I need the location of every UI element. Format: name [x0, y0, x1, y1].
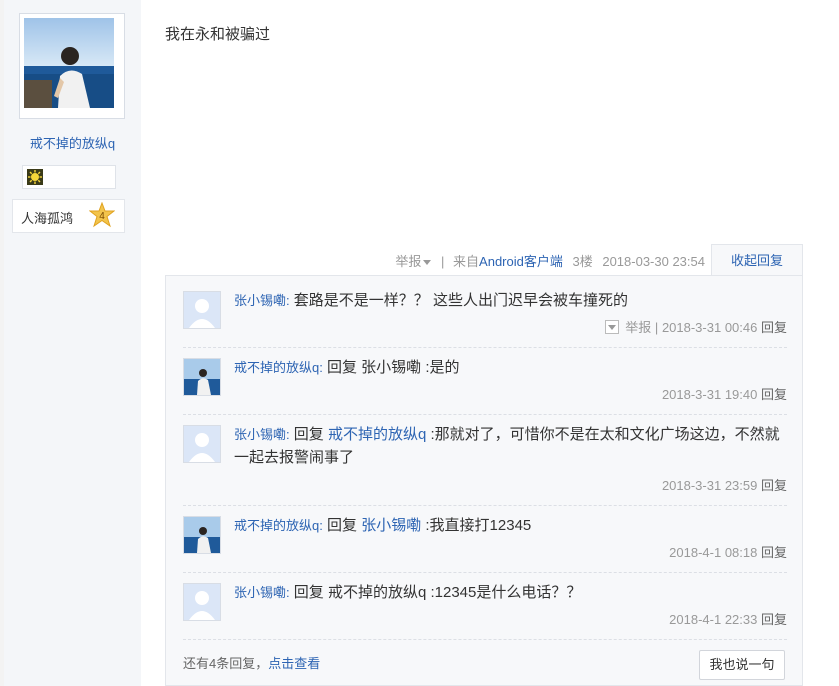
- replies-panel: 张小锡嘞: 套路是不是一样？？ 这些人出门迟早会被车撞死的 举报 | 2018-…: [165, 275, 803, 686]
- level-number: 4: [99, 211, 105, 222]
- reply-time: 2018-3-31 00:46: [661, 320, 758, 335]
- reply-item: 张小锡嘞: 套路是不是一样？？ 这些人出门迟早会被车撞死的 举报 | 2018-…: [183, 287, 787, 348]
- collapse-replies-button[interactable]: 收起回复: [711, 244, 803, 276]
- more-replies: 还有4条回复，点击查看: [183, 653, 320, 672]
- reply-prefix: 回复 张小锡嘞: [322, 359, 422, 376]
- default-user-avatar-icon[interactable]: [183, 291, 221, 329]
- reply-button[interactable]: 回复: [761, 320, 787, 335]
- reply-button[interactable]: 回复: [761, 612, 787, 627]
- more-replies-text: 还有4条回复，: [183, 656, 269, 671]
- photo-person-sea-icon: [24, 18, 114, 108]
- reply-button[interactable]: 回复: [761, 545, 787, 560]
- reply-prefix: 回复: [322, 517, 362, 534]
- reply-prefix: 回复: [289, 426, 328, 443]
- sun-badge-icon[interactable]: [27, 169, 43, 185]
- author-sidebar: 戒不掉的放纵q 人海孤鸿 4: [4, 0, 141, 686]
- avatar-photo: [24, 18, 114, 108]
- reply-username[interactable]: 张小锡嘞:: [234, 585, 290, 600]
- reply-text: :我直接打12345: [421, 517, 532, 534]
- separator: |: [654, 320, 659, 335]
- source-prefix: 来自: [453, 254, 480, 269]
- reply-body: 张小锡嘞: 回复 戒不掉的放纵q :12345是什么电话？？: [234, 581, 787, 604]
- user-photo-avatar-icon[interactable]: [183, 358, 221, 396]
- view-more-link[interactable]: 点击查看: [268, 656, 320, 671]
- report-link[interactable]: 举报: [625, 320, 651, 335]
- reply-body: 张小锡嘞: 回复 戒不掉的放纵q :那就对了，可惜你不是在太和文化广场这边，不然…: [234, 423, 787, 469]
- reply-button[interactable]: 回复: [761, 478, 787, 493]
- level-box[interactable]: 人海孤鸿 4: [12, 199, 125, 233]
- default-user-avatar-icon[interactable]: [183, 425, 221, 463]
- reply-time: 2018-3-31 23:59: [661, 478, 758, 493]
- floor-number: 3楼: [572, 254, 593, 269]
- separator: |: [441, 254, 445, 269]
- reply-time: 2018-4-1 08:18: [669, 545, 758, 560]
- reply-target-user[interactable]: 张小锡嘞: [361, 517, 421, 534]
- level-name: 人海孤鸿: [21, 211, 74, 226]
- author-avatar[interactable]: [19, 13, 125, 119]
- reply-time: 2018-4-1 22:33: [669, 612, 758, 627]
- reply-target-user[interactable]: 戒不掉的放纵q: [328, 426, 426, 443]
- reply-meta: 举报 | 2018-3-31 00:46 回复: [605, 317, 787, 336]
- reply-text: 套路是不是一样？？ 这些人出门迟早会被车撞死的: [289, 292, 628, 309]
- report-link[interactable]: 举报: [395, 254, 432, 269]
- user-photo-avatar-icon[interactable]: [183, 516, 221, 554]
- reply-username[interactable]: 戒不掉的放纵q:: [234, 360, 323, 375]
- source-link[interactable]: Android客户端: [479, 254, 563, 269]
- post-datetime: 2018-03-30 23:54: [602, 254, 705, 269]
- reply-body: 戒不掉的放纵q: 回复 张小锡嘞 :我直接打12345: [234, 514, 787, 537]
- reply-item: 戒不掉的放纵q: 回复 张小锡嘞 :是的 2018-3-31 19:40 回复: [183, 348, 787, 415]
- dropdown-icon[interactable]: [605, 320, 620, 334]
- reply-body: 戒不掉的放纵q: 回复 张小锡嘞 :是的: [234, 356, 787, 379]
- post-content: 我在永和被骗过: [165, 26, 271, 43]
- reply-text: :12345是什么电话？？: [426, 584, 582, 601]
- dropdown-icon: [423, 260, 432, 266]
- post-tail-info: 举报 | 来自Android客户端 3楼 2018-03-30 23:54: [395, 251, 705, 270]
- reply-body: 张小锡嘞: 套路是不是一样？？ 这些人出门迟早会被车撞死的: [234, 289, 787, 312]
- reply-username[interactable]: 张小锡嘞:: [234, 293, 290, 308]
- reply-username[interactable]: 戒不掉的放纵q:: [234, 518, 323, 533]
- reply-item: 张小锡嘞: 回复 戒不掉的放纵q :那就对了，可惜你不是在太和文化广场这边，不然…: [183, 415, 787, 506]
- reply-meta: 2018-3-31 19:40 回复: [662, 384, 787, 403]
- reply-text: :是的: [421, 359, 460, 376]
- star-level-icon: 4: [88, 201, 116, 228]
- add-reply-button[interactable]: 我也说一句: [699, 650, 785, 680]
- reply-meta: 2018-4-1 08:18 回复: [669, 542, 787, 561]
- reply-meta: 2018-3-31 23:59 回复: [662, 475, 787, 494]
- reply-time: 2018-3-31 19:40: [661, 387, 758, 402]
- reply-username[interactable]: 张小锡嘞:: [234, 427, 290, 442]
- reply-button[interactable]: 回复: [761, 387, 787, 402]
- default-user-avatar-icon[interactable]: [183, 583, 221, 621]
- badge-strip: [22, 165, 116, 189]
- reply-item: 张小锡嘞: 回复 戒不掉的放纵q :12345是什么电话？？ 2018-4-1 …: [183, 573, 787, 640]
- reply-item: 戒不掉的放纵q: 回复 张小锡嘞 :我直接打12345 2018-4-1 08:…: [183, 506, 787, 573]
- author-username[interactable]: 戒不掉的放纵q: [4, 133, 141, 152]
- reply-prefix: 回复 戒不掉的放纵q: [289, 584, 427, 601]
- reply-meta: 2018-4-1 22:33 回复: [669, 609, 787, 628]
- post-tail: 举报 | 来自Android客户端 3楼 2018-03-30 23:54 收起…: [165, 244, 803, 276]
